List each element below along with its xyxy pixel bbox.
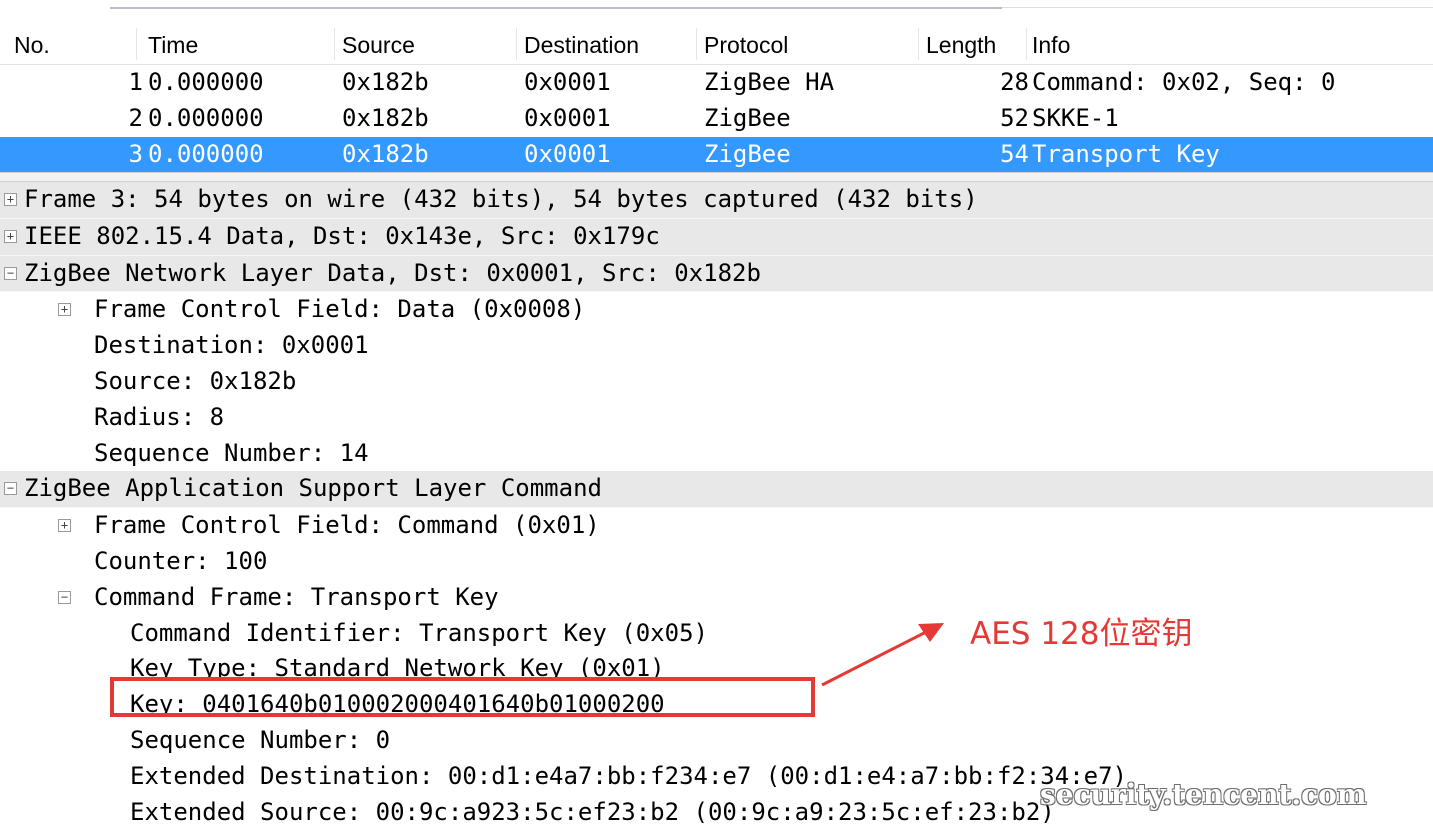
watermark: security.tencent.com — [1040, 778, 1367, 811]
annotation-arrow — [821, 623, 944, 687]
annotation-label: AES 128位密钥 — [970, 616, 1193, 652]
